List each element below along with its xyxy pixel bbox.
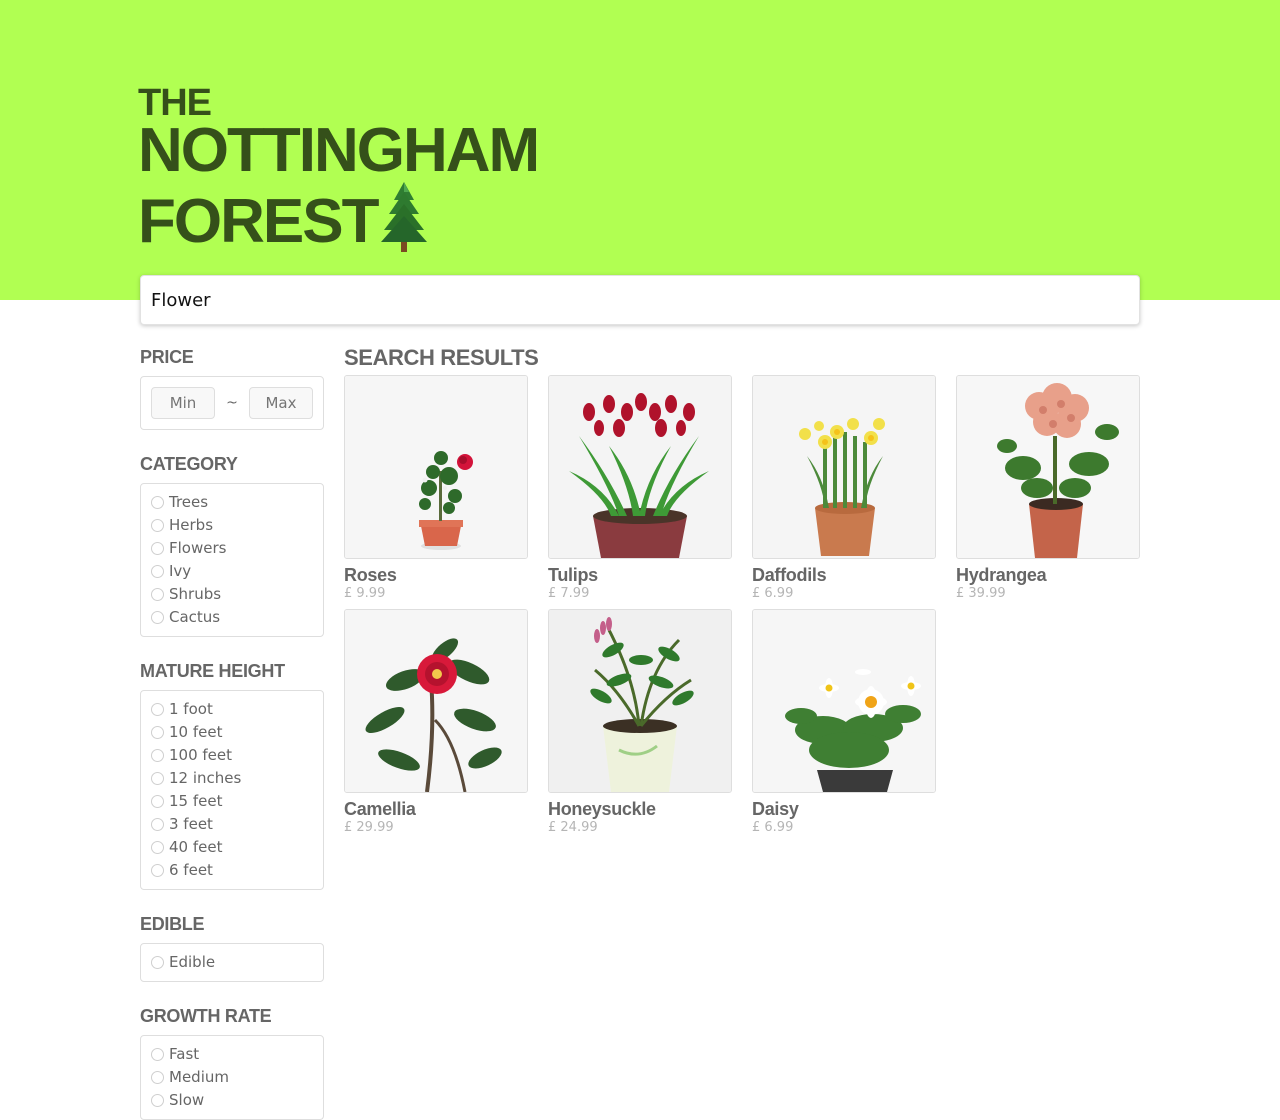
- category-option-ivy[interactable]: Ivy: [151, 560, 313, 583]
- tulip-plant-icon: [549, 376, 731, 558]
- product-name[interactable]: Daisy: [752, 798, 936, 820]
- product-image[interactable]: [344, 609, 528, 793]
- camellia-plant-icon: [345, 610, 527, 792]
- category-filter-box: Trees Herbs Flowers Ivy Shrubs Cactus: [140, 483, 324, 637]
- checkbox[interactable]: [151, 519, 164, 532]
- logo-line-nottingham: NOTTINGHAM: [138, 116, 540, 185]
- logo-forest-text: FOREST: [138, 187, 379, 256]
- height-option[interactable]: 10 feet: [151, 721, 313, 744]
- product-image[interactable]: [752, 609, 936, 793]
- pine-tree-icon: [379, 180, 429, 252]
- product-card-hydrangea[interactable]: Hydrangea £ 39.99: [956, 375, 1140, 602]
- checkbox[interactable]: [151, 1094, 164, 1107]
- height-option[interactable]: 12 inches: [151, 767, 313, 790]
- hero-banner: THE NOTTINGHAM FOREST: [0, 0, 1280, 300]
- daffodil-plant-icon: [753, 376, 935, 558]
- growth-option-fast[interactable]: Fast: [151, 1043, 313, 1066]
- height-option[interactable]: 1 foot: [151, 698, 313, 721]
- checkbox[interactable]: [151, 588, 164, 601]
- checkbox[interactable]: [151, 611, 164, 624]
- product-name[interactable]: Hydrangea: [956, 564, 1140, 586]
- category-option-cactus[interactable]: Cactus: [151, 606, 313, 629]
- product-price: £ 29.99: [344, 820, 394, 835]
- height-option[interactable]: 3 feet: [151, 813, 313, 836]
- product-price: £ 6.99: [752, 820, 794, 835]
- product-name[interactable]: Tulips: [548, 564, 732, 586]
- price-filter-title: PRICE: [140, 347, 194, 367]
- height-option[interactable]: 100 feet: [151, 744, 313, 767]
- product-name[interactable]: Daffodils: [752, 564, 936, 586]
- growth-option-medium[interactable]: Medium: [151, 1066, 313, 1089]
- product-image[interactable]: [344, 375, 528, 559]
- product-image[interactable]: [548, 609, 732, 793]
- product-image[interactable]: [752, 375, 936, 559]
- edible-filter-box: Edible: [140, 943, 324, 982]
- checkbox[interactable]: [151, 1071, 164, 1084]
- search-bar[interactable]: [140, 275, 1140, 325]
- growth-rate-filter-box: Fast Medium Slow: [140, 1035, 324, 1120]
- price-separator: ~: [226, 395, 238, 411]
- product-card-tulips[interactable]: Tulips £ 7.99: [548, 375, 732, 602]
- checkbox[interactable]: [151, 772, 164, 785]
- category-option-herbs[interactable]: Herbs: [151, 514, 313, 537]
- checkbox[interactable]: [151, 818, 164, 831]
- category-option-shrubs[interactable]: Shrubs: [151, 583, 313, 606]
- product-image[interactable]: [956, 375, 1140, 559]
- checkbox[interactable]: [151, 956, 164, 969]
- honeysuckle-plant-icon: [549, 610, 731, 792]
- product-name[interactable]: Roses: [344, 564, 528, 586]
- growth-rate-filter-title: GROWTH RATE: [140, 1006, 272, 1026]
- mature-height-filter-title: MATURE HEIGHT: [140, 661, 285, 681]
- product-card-camellia[interactable]: Camellia £ 29.99: [344, 609, 528, 836]
- height-option[interactable]: 6 feet: [151, 859, 313, 882]
- category-option-flowers[interactable]: Flowers: [151, 537, 313, 560]
- product-price: £ 9.99: [344, 586, 386, 601]
- product-card-honeysuckle[interactable]: Honeysuckle £ 24.99: [548, 609, 732, 836]
- height-option[interactable]: 15 feet: [151, 790, 313, 813]
- product-image[interactable]: [548, 375, 732, 559]
- product-card-daisy[interactable]: Daisy £ 6.99: [752, 609, 936, 836]
- product-price: £ 39.99: [956, 586, 1006, 601]
- checkbox[interactable]: [151, 795, 164, 808]
- checkbox[interactable]: [151, 864, 164, 877]
- product-card-roses[interactable]: Roses £ 9.99: [344, 375, 528, 602]
- checkbox[interactable]: [151, 749, 164, 762]
- product-name[interactable]: Honeysuckle: [548, 798, 732, 820]
- hydrangea-plant-icon: [957, 376, 1139, 558]
- product-card-daffodils[interactable]: Daffodils £ 6.99: [752, 375, 936, 602]
- checkbox[interactable]: [151, 726, 164, 739]
- price-max-input[interactable]: [249, 387, 313, 419]
- checkbox[interactable]: [151, 1048, 164, 1061]
- search-input[interactable]: [141, 276, 1111, 324]
- checkbox[interactable]: [151, 703, 164, 716]
- category-filter-title: CATEGORY: [140, 454, 238, 474]
- growth-option-slow[interactable]: Slow: [151, 1089, 313, 1112]
- checkbox[interactable]: [151, 565, 164, 578]
- edible-filter-title: EDIBLE: [140, 914, 205, 934]
- category-option-trees[interactable]: Trees: [151, 491, 313, 514]
- product-price: £ 24.99: [548, 820, 598, 835]
- price-filter-box: ~: [140, 376, 324, 430]
- mature-height-filter-box: 1 foot 10 feet 100 feet 12 inches 15 fee…: [140, 690, 324, 890]
- edible-option[interactable]: Edible: [151, 951, 313, 974]
- product-name[interactable]: Camellia: [344, 798, 528, 820]
- logo-line-forest: FOREST: [138, 180, 538, 253]
- product-price: £ 7.99: [548, 586, 590, 601]
- checkbox[interactable]: [151, 841, 164, 854]
- height-option[interactable]: 40 feet: [151, 836, 313, 859]
- checkbox[interactable]: [151, 496, 164, 509]
- rose-plant-icon: [345, 376, 527, 558]
- product-price: £ 6.99: [752, 586, 794, 601]
- checkbox[interactable]: [151, 542, 164, 555]
- daisy-plant-icon: [753, 610, 935, 792]
- results-title: SEARCH RESULTS: [344, 345, 539, 370]
- site-logo[interactable]: THE NOTTINGHAM FOREST: [138, 84, 540, 253]
- price-min-input[interactable]: [151, 387, 215, 419]
- filter-sidebar: PRICE ~ CATEGORY Trees Herbs Flowers Ivy…: [140, 345, 324, 1120]
